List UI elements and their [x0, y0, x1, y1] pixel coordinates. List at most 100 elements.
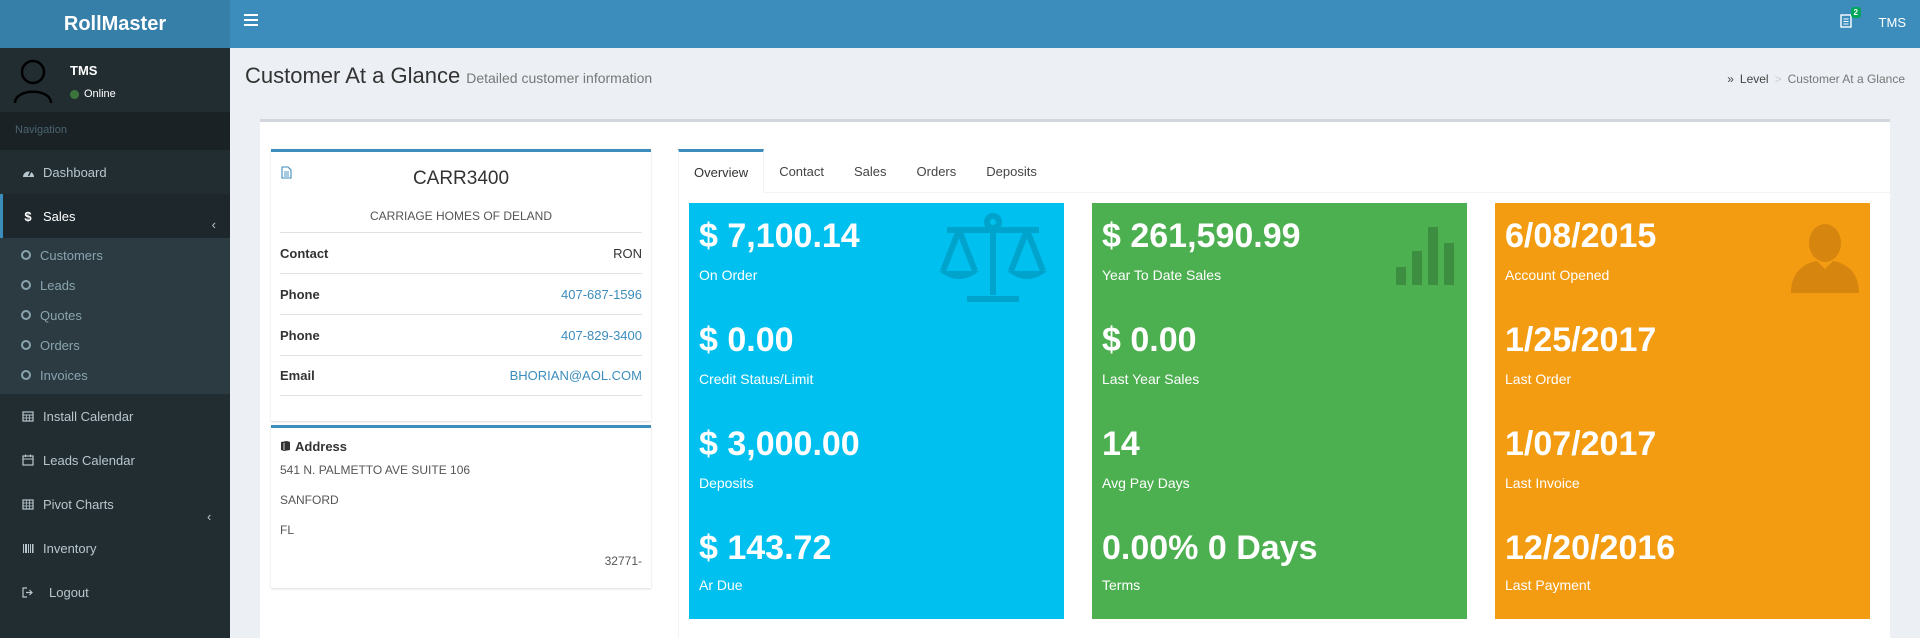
phone-link[interactable]: 407-829-3400: [561, 328, 642, 343]
table-icon: [21, 497, 35, 511]
sidebar-item-label: Sales: [43, 208, 76, 224]
circle-icon: [21, 310, 31, 320]
sidebar-item-label: Inventory: [43, 540, 97, 556]
terms-value: 0.00% 0 Days: [1102, 529, 1318, 567]
bar-chart-icon: [1394, 227, 1458, 290]
top-navbar: 2 TMS: [230, 0, 1920, 48]
sidebar-subitem-orders[interactable]: Orders: [0, 330, 230, 360]
sidebar-item-inventory[interactable]: Inventory: [0, 526, 230, 570]
address-title: Address: [280, 439, 347, 454]
user-silhouette-icon: [1789, 223, 1861, 298]
address-line: 541 N. PALMETTO AVE SUITE 106: [280, 463, 471, 477]
dashboard-icon: [21, 165, 35, 179]
info-label: Contact: [280, 245, 329, 261]
sidebar-item-logout[interactable]: Logout: [0, 570, 230, 614]
customer-card: CARR3400 CARRIAGE HOMES OF DELAND Contac…: [271, 149, 651, 421]
sales-summary-box: $ 261,590.99 Year To Date Sales $ 0.00 L…: [1092, 203, 1467, 619]
email-link[interactable]: BHORIAN@AOL.COM: [510, 368, 642, 383]
book-icon: [280, 439, 291, 454]
online-dot-icon: [70, 89, 79, 99]
app-logo[interactable]: RollMaster: [0, 0, 230, 48]
sidebar: TMS Online Navigation Dashboard $ Sales …: [0, 48, 230, 638]
notifications-icon[interactable]: 2: [1840, 7, 1861, 32]
account-opened-value: 6/08/2015: [1505, 217, 1657, 255]
breadcrumb-current: Customer At a Glance: [1787, 72, 1905, 86]
sidebar-item-install-calendar[interactable]: Install Calendar: [0, 394, 230, 438]
contact-value: RON: [613, 245, 642, 261]
ytd-sales-value: $ 261,590.99: [1102, 217, 1301, 255]
address-city: SANFORD: [280, 493, 339, 507]
menu-toggle-icon[interactable]: [244, 14, 258, 26]
ar-due-label: Ar Due: [699, 577, 743, 593]
user-status: Online: [70, 88, 116, 100]
last-year-sales-value: $ 0.00: [1102, 321, 1197, 359]
last-invoice-value: 1/07/2017: [1505, 425, 1657, 463]
sidebar-item-sales[interactable]: $ Sales ‹: [0, 194, 230, 238]
calendar-icon: [21, 453, 35, 467]
deposits-label: Deposits: [699, 475, 754, 491]
customer-code: CARR3400: [412, 168, 510, 189]
main-content-box: CARR3400 CARRIAGE HOMES OF DELAND Contac…: [260, 119, 1890, 638]
address-zip: 32771-: [604, 554, 642, 568]
customer-info-list: Contact RON Phone 407-687-1596 Phone 407…: [280, 232, 642, 396]
balance-scale-icon: [937, 213, 1049, 308]
sales-submenu: Customers Leads Quotes Orders Invoices: [0, 238, 230, 394]
user-avatar-icon: [12, 58, 54, 104]
tab-contact[interactable]: Contact: [764, 149, 839, 193]
on-order-value: $ 7,100.14: [699, 217, 860, 255]
user-menu[interactable]: TMS: [1879, 15, 1906, 30]
sign-out-icon: [21, 585, 35, 599]
list-item: Phone 407-829-3400: [280, 314, 642, 355]
customer-name: CARRIAGE HOMES OF DELAND: [369, 209, 553, 223]
double-chevron-icon: »: [1727, 72, 1734, 86]
user-name: TMS: [70, 63, 98, 78]
sidebar-item-pivot-charts[interactable]: Pivot Charts: [0, 482, 230, 526]
tab-overview[interactable]: Overview: [678, 149, 765, 193]
address-state: FL: [280, 523, 295, 537]
credit-status-label: Credit Status/Limit: [699, 371, 814, 387]
sidebar-item-label: Leads Calendar: [43, 452, 135, 468]
credit-status-value: $ 0.00: [699, 321, 794, 359]
sidebar-item-dashboard[interactable]: Dashboard: [0, 150, 230, 194]
sidebar-subitem-customers[interactable]: Customers: [0, 240, 230, 270]
sidebar-item-label: Pivot Charts: [43, 496, 114, 512]
info-label: Email: [280, 368, 315, 383]
calendar-icon: [21, 409, 35, 423]
circle-icon: [21, 370, 31, 380]
sidebar-item-leads-calendar[interactable]: Leads Calendar: [0, 438, 230, 482]
account-opened-label: Account Opened: [1505, 267, 1610, 283]
tab-deposits[interactable]: Deposits: [971, 149, 1052, 193]
chevron-left-icon[interactable]: ‹: [207, 509, 211, 524]
sidebar-subitem-invoices[interactable]: Invoices: [0, 360, 230, 390]
account-dates-box: 6/08/2015 Account Opened 1/25/2017 Last …: [1495, 203, 1870, 619]
breadcrumb-separator: >: [1774, 72, 1782, 86]
last-order-value: 1/25/2017: [1505, 321, 1657, 359]
list-item: Contact RON: [280, 232, 642, 273]
list-item: Phone 407-687-1596: [280, 273, 642, 314]
deposits-value: $ 3,000.00: [699, 425, 860, 463]
breadcrumb-level[interactable]: Level: [1740, 72, 1769, 86]
tab-sales[interactable]: Sales: [839, 149, 902, 193]
last-payment-value: 12/20/2016: [1505, 529, 1676, 567]
sidebar-subitem-leads[interactable]: Leads: [0, 270, 230, 300]
last-order-label: Last Order: [1505, 371, 1572, 387]
list-item: Email BHORIAN@AOL.COM: [280, 355, 642, 396]
terms-label: Terms: [1102, 577, 1141, 593]
address-card: Address 541 N. PALMETTO AVE SUITE 106 SA…: [271, 425, 651, 588]
ar-due-value: $ 143.72: [699, 529, 832, 567]
sidebar-item-label: Logout: [49, 584, 89, 600]
sidebar-subitem-quotes[interactable]: Quotes: [0, 300, 230, 330]
user-panel: TMS Online: [0, 48, 230, 112]
avg-pay-days-value: 14: [1102, 425, 1140, 463]
tab-bar: Overview Contact Sales Orders Deposits: [678, 149, 1890, 193]
circle-icon: [21, 340, 31, 350]
notification-count-badge: 2: [1850, 7, 1861, 18]
tab-orders[interactable]: Orders: [902, 149, 972, 193]
chevron-left-icon: ‹: [211, 217, 216, 232]
sidebar-item-label: Dashboard: [43, 164, 107, 180]
ytd-sales-label: Year To Date Sales: [1102, 267, 1222, 283]
breadcrumb: » Level > Customer At a Glance: [1727, 72, 1905, 86]
phone-link[interactable]: 407-687-1596: [561, 287, 642, 302]
page-subtitle: Detailed customer information: [466, 70, 653, 86]
last-invoice-label: Last Invoice: [1505, 475, 1580, 491]
